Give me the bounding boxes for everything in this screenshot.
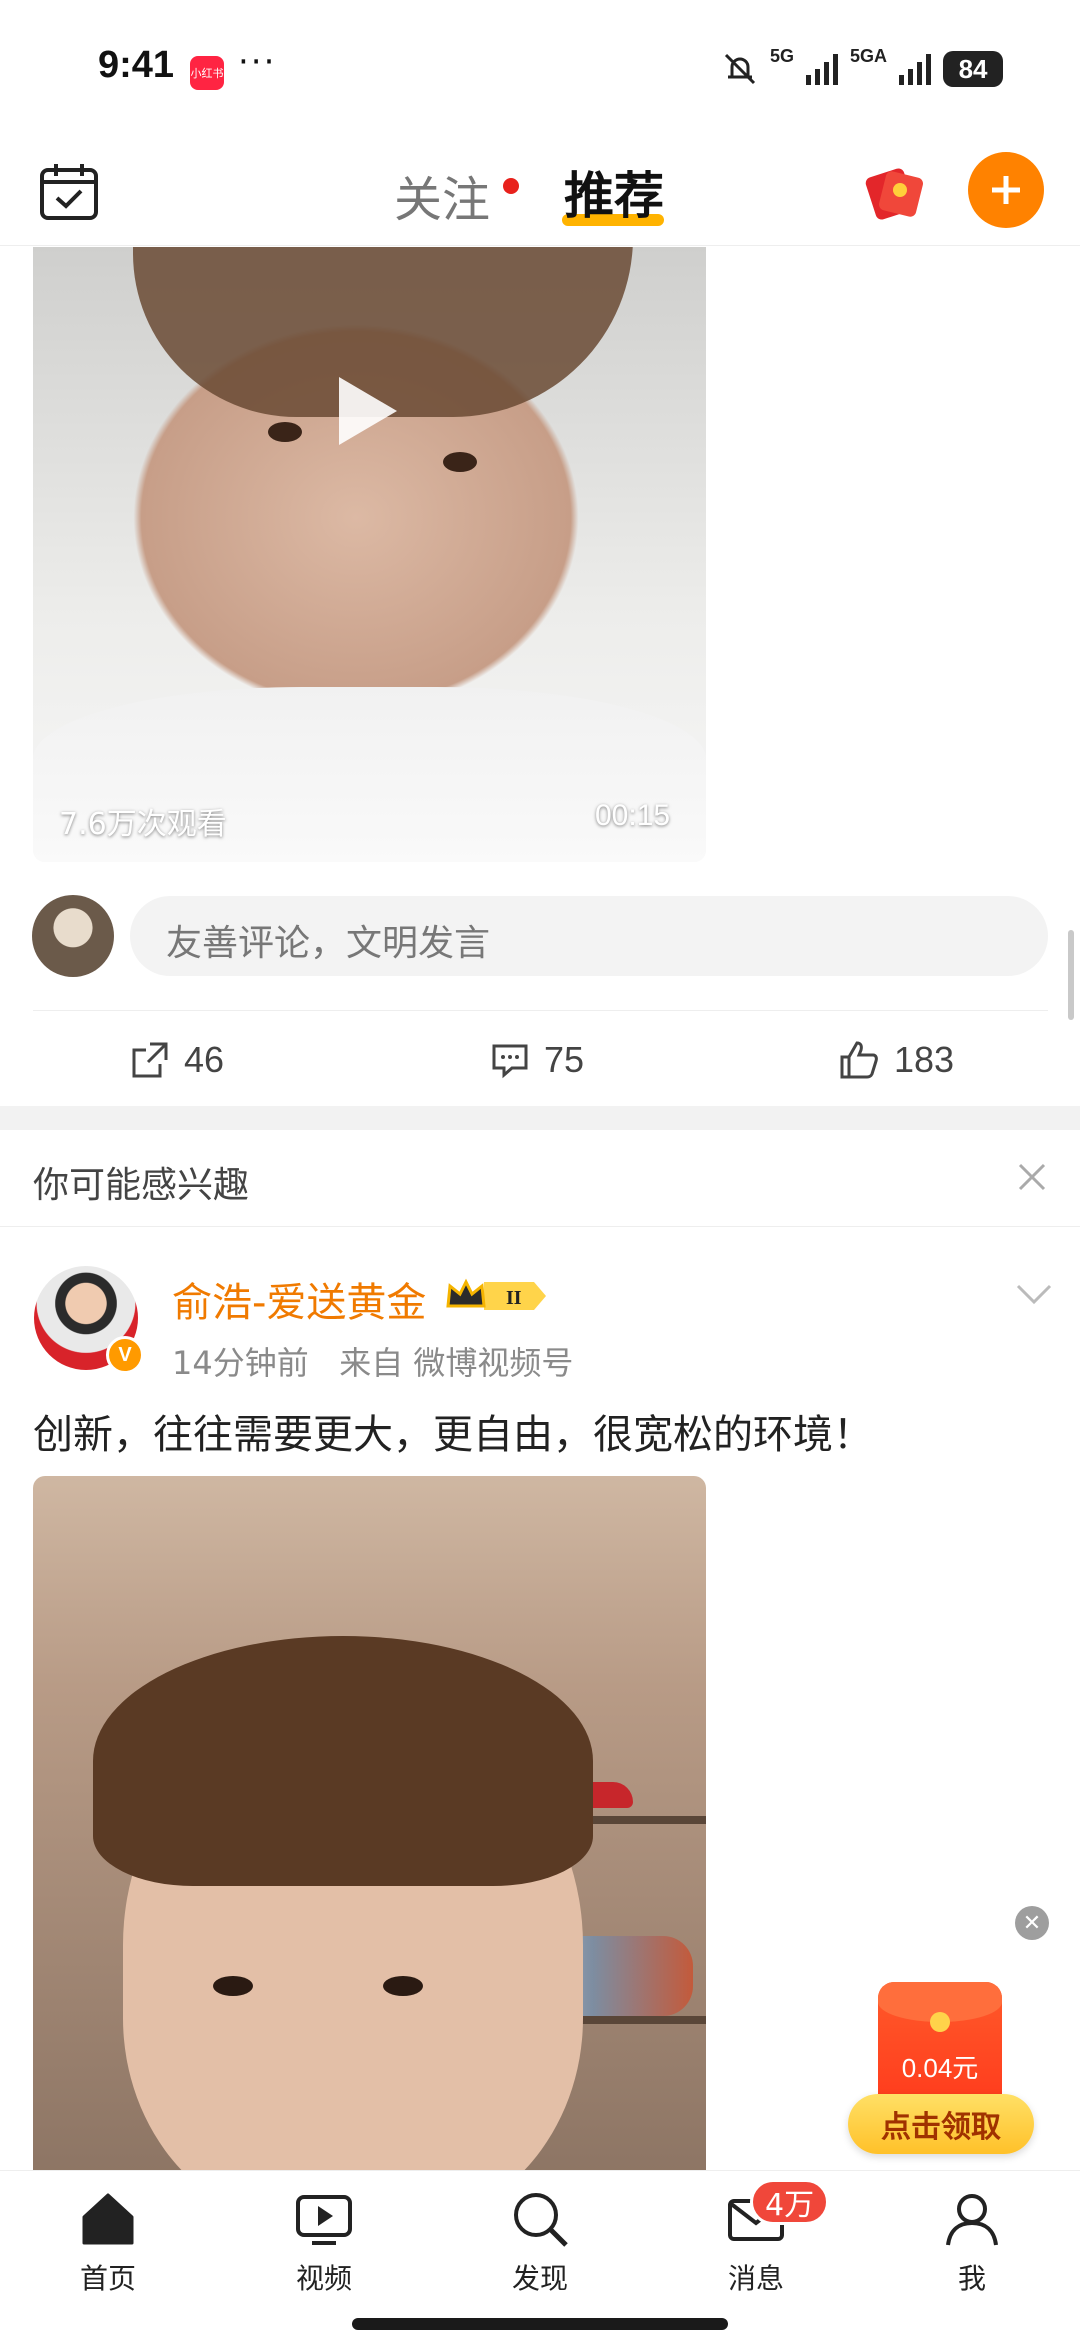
photo-eye-right [383,1976,423,1996]
signal-5g-label: 5G [770,46,795,66]
thumbs-up-icon [840,1041,878,1079]
red-envelope-reward[interactable]: 0.04元 [878,1982,1002,2112]
home-indicator[interactable] [352,2318,728,2330]
tab-follow[interactable]: 关注 [394,160,490,230]
profile-icon [946,2194,998,2246]
comment-input[interactable]: 友善评论，文明发言 [130,896,1048,976]
nav-discover[interactable]: 发现 [470,2189,610,2297]
reward-amount: 0.04元 [901,2053,979,2083]
share-icon [132,1042,168,1078]
photo-eye-left [213,1976,253,1996]
verified-badge-icon: V [106,1336,144,1374]
nav-messages-label: 消息 [727,2262,784,2295]
photo-hair [93,1636,593,1886]
home-icon [82,2193,134,2245]
status-time: 9:41 [98,44,175,86]
new-content-dot [503,178,519,194]
top-header: 关注 推荐 [0,140,1080,246]
claim-reward-button[interactable]: 点击领取 [848,2094,1034,2154]
nav-home-label: 首页 [79,2262,136,2295]
comment-count: 75 [544,1039,585,1080]
my-avatar [32,895,114,977]
like-count: 183 [894,1039,955,1080]
coin-icon [930,2012,950,2032]
more-notifications-icon: ··· [238,42,277,82]
signal-5ga-label: 5GA [850,46,888,66]
comment-button[interactable]: 75 [490,1030,584,1090]
nav-profile-label: 我 [957,2262,986,2295]
video-view-count: 7.6万次观看 [59,807,227,842]
video-eye-left [268,422,302,442]
battery-icon: 84 [943,51,1004,87]
status-icons: 5G 5GA 84 [720,46,1004,92]
nav-video-label: 视频 [295,2262,352,2295]
like-button[interactable]: 183 [838,1030,954,1090]
signal-bars-icon-2 [899,54,932,85]
tab-recommend[interactable]: 推荐 [564,156,664,228]
video-eye-right [443,452,477,472]
repost-button[interactable]: 46 [130,1030,224,1090]
video-icon [296,2195,352,2245]
vip-crown-badge-icon: II [446,1278,546,1310]
video-duration: 00:15 [595,799,671,832]
close-icon[interactable] [1015,1160,1049,1194]
post-text: 创新，往往需要更大，更自由，很宽松的环境！ [33,1412,873,1458]
app-notification-icon: 小红书 [190,56,224,90]
vip-level: II [506,1287,522,1309]
nav-discover-label: 发现 [511,2262,568,2295]
play-icon[interactable] [339,377,397,445]
compose-plus-button[interactable] [968,152,1044,228]
nav-profile[interactable]: 我 [902,2189,1042,2297]
post-source: 来自 微博视频号 [339,1344,574,1382]
plus-icon [992,176,1020,204]
nav-video[interactable]: 视频 [254,2189,394,2297]
search-icon [514,2193,568,2247]
signal-bars-icon [806,54,839,85]
video-player[interactable]: 7.6万次观看 00:15 [33,247,706,862]
post-image[interactable] [33,1476,706,2176]
repost-count: 46 [184,1039,225,1080]
post-time: 14分钟前 [172,1344,309,1382]
red-packet-icon[interactable] [858,154,928,224]
section-separator [0,1106,1080,1130]
post-meta: 14分钟前 来自 微博视频号 [172,1338,573,1384]
divider [0,1226,1080,1227]
nav-home[interactable]: 首页 [38,2189,178,2297]
message-count-badge: 4万 [750,2179,830,2225]
chevron-down-icon[interactable] [1014,1282,1054,1308]
interest-section-title: 你可能感兴趣 [33,1165,250,1206]
close-reward-icon[interactable]: ✕ [1015,1906,1049,1940]
comment-icon [492,1044,528,1079]
scrollbar[interactable] [1068,930,1074,1020]
author-name[interactable]: 俞浩-爱送黄金 [172,1270,426,1328]
calendar-checkin-icon[interactable] [38,160,100,222]
divider [33,1010,1048,1011]
mute-icon [724,53,756,85]
